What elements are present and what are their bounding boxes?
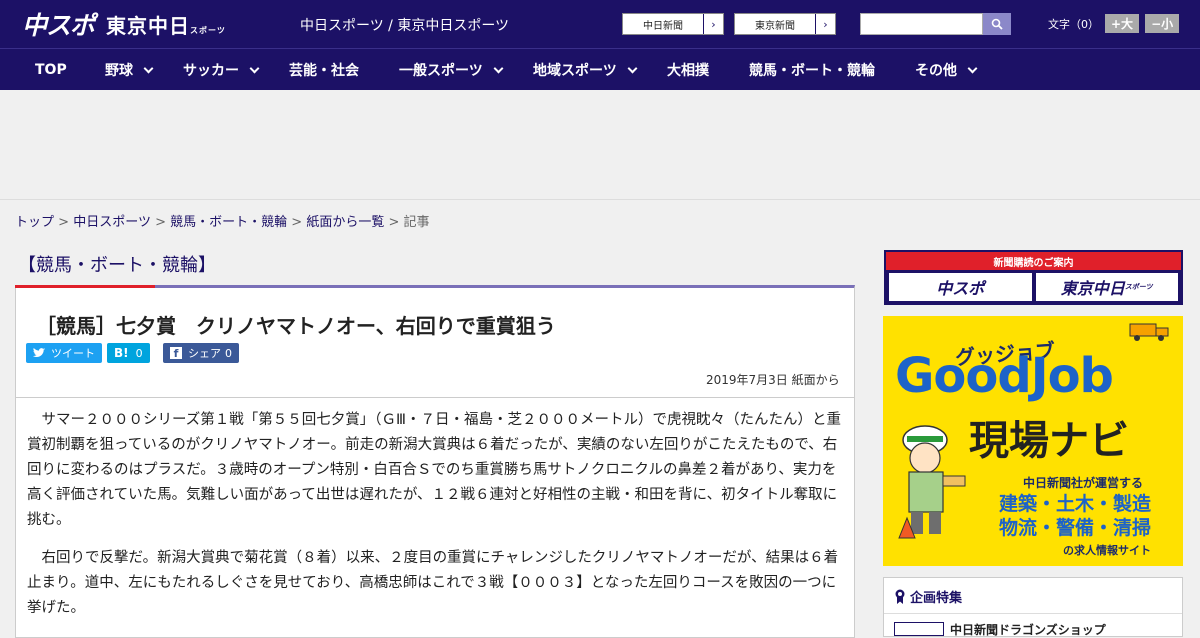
- truck-icon: [1129, 323, 1169, 341]
- nav-item-label: 一般スポーツ: [399, 63, 483, 79]
- article-headline: ［競馬］七夕賞 クリノヤマトノオー、右回りで重賞狙う: [36, 314, 556, 338]
- nav-item-entertainment[interactable]: 芸能・社会: [289, 49, 359, 91]
- goodjob-footer: の求人情報サイト: [1063, 544, 1151, 557]
- top-header: 中スポ 東京中日スポーツ 中日スポーツ / 東京中日スポーツ 中日新聞 › 東京…: [0, 0, 1200, 48]
- chevron-right-icon: ›: [703, 14, 723, 34]
- hatena-bookmark-button[interactable]: B! 0: [107, 343, 150, 363]
- breadcrumb-separator: >: [58, 215, 70, 230]
- tokyo-chunichi-logo-text: 東京中日: [106, 13, 191, 38]
- subscription-tokyo-chunichi-small: スポーツ: [1124, 283, 1153, 291]
- breadcrumb-separator: >: [155, 215, 166, 230]
- category-accent-bar: [15, 285, 155, 288]
- nav-item-general-sports[interactable]: 一般スポーツ: [399, 49, 504, 91]
- chevron-down-icon: [967, 63, 978, 73]
- tokyo-shimbun-label: 東京新聞: [755, 20, 795, 32]
- ad-space: [0, 90, 1200, 200]
- construction-worker-illustration: [898, 425, 966, 539]
- breadcrumb-current: 記事: [403, 215, 430, 230]
- nav-item-label: 野球: [105, 63, 133, 79]
- feature-section-title: 企画特集: [894, 587, 962, 606]
- breadcrumb-print-list[interactable]: 紙面から一覧: [306, 215, 384, 230]
- article-paragraph: 右回りで反撃だ。新潟大賞典で菊花賞（８着）以来、２度目の重賞にチャレンジしたクリ…: [27, 550, 839, 616]
- goodjob-navi-title: 現場ナビ: [969, 418, 1129, 464]
- chevron-down-icon: [143, 63, 154, 73]
- chevron-down-icon: [249, 63, 260, 73]
- goodjob-industries: 建築・土木・製造 物流・警備・清掃: [999, 492, 1151, 540]
- nav-item-top[interactable]: TOP: [35, 49, 67, 91]
- site-title[interactable]: 中日スポーツ / 東京中日スポーツ: [300, 15, 509, 35]
- tokyo-chunichi-logo[interactable]: 東京中日スポーツ: [106, 10, 226, 39]
- breadcrumb-separator: >: [388, 215, 400, 230]
- subscription-logos: 中スポ 東京中日 スポーツ: [886, 270, 1181, 304]
- chevron-right-icon: ›: [815, 14, 835, 34]
- nav-item-racing[interactable]: 競馬・ボート・競輪: [749, 49, 875, 91]
- article-paragraph: サマー２０００シリーズ第１戦「第５５回七夕賞」（ＧⅢ・７日・福島・芝２０００メー…: [27, 412, 842, 528]
- chunichi-shimbun-label: 中日新聞: [643, 20, 683, 32]
- nav-item-sumo[interactable]: 大相撲: [667, 49, 709, 91]
- search-button[interactable]: [983, 13, 1011, 35]
- nav-item-label: その他: [915, 63, 957, 79]
- goodjob-ad-banner[interactable]: グッジョブ GoodJob 現場ナビ 中日新聞社が運営する 建築・土木・製造 物…: [883, 316, 1183, 566]
- breadcrumb-top[interactable]: トップ: [15, 215, 54, 230]
- subscription-banner-title-text: 新聞購読のご案内: [993, 257, 1074, 269]
- main-nav: TOP 野球 サッカー 芸能・社会 一般スポーツ 地域スポーツ 大相撲 競馬・ボ…: [0, 48, 1200, 90]
- nav-item-label: TOP: [35, 62, 67, 78]
- font-larger-button[interactable]: +大: [1105, 14, 1140, 33]
- goodjob-title: GoodJob: [895, 348, 1114, 404]
- nav-item-label: サッカー: [183, 63, 239, 79]
- nav-item-label: 大相撲: [667, 63, 709, 79]
- font-size-control: 文字（0） +大 −小: [1048, 14, 1180, 33]
- feature-thumbnail[interactable]: [894, 622, 944, 636]
- article-body: サマー２０００シリーズ第１戦「第５５回七夕賞」（ＧⅢ・７日・福島・芝２０００メー…: [15, 398, 855, 638]
- facebook-icon: f: [170, 347, 182, 360]
- tokyo-shimbun-link[interactable]: 東京新聞 ›: [734, 13, 836, 35]
- category-title: 【競馬・ボート・競輪】: [18, 255, 216, 276]
- ribbon-icon: [895, 589, 905, 604]
- twitter-bird-icon: [33, 348, 45, 357]
- subscription-banner[interactable]: 新聞購読のご案内 中スポ 東京中日 スポーツ: [884, 250, 1183, 305]
- hatena-bookmark-count: 0: [135, 346, 143, 360]
- nav-item-soccer[interactable]: サッカー: [183, 49, 260, 91]
- nav-item-label: 地域スポーツ: [533, 63, 617, 79]
- chunichi-shimbun-link[interactable]: 中日新聞 ›: [622, 13, 724, 35]
- goodjob-subtitle: 中日新聞社が運営する: [1023, 476, 1144, 490]
- nav-item-local-sports[interactable]: 地域スポーツ: [533, 49, 638, 91]
- nav-item-label: 芸能・社会: [289, 63, 359, 79]
- feature-section: 企画特集 中日新聞ドラゴンズショップ: [883, 577, 1183, 637]
- chevron-down-icon: [627, 63, 638, 73]
- chevron-down-icon: [493, 63, 504, 73]
- nav-item-label: 競馬・ボート・競輪: [749, 63, 875, 79]
- subscription-banner-title: 新聞購読のご案内: [886, 252, 1181, 270]
- search-icon: [991, 18, 1003, 30]
- breadcrumb: トップ > 中日スポーツ > 競馬・ボート・競輪 > 紙面から一覧 > 記事: [15, 211, 430, 230]
- facebook-share-count: 0: [225, 346, 232, 360]
- chuspo-logo[interactable]: 中スポ: [22, 6, 95, 42]
- tweet-label: ツイート: [51, 347, 95, 360]
- subscription-chuspo-logo[interactable]: 中スポ: [889, 273, 1032, 301]
- font-size-label: 文字（0）: [1048, 17, 1099, 31]
- subscription-tokyo-chunichi-logo[interactable]: 東京中日 スポーツ: [1035, 273, 1178, 301]
- tokyo-chunichi-logo-small: スポーツ: [190, 25, 226, 35]
- breadcrumb-chunichi-sports[interactable]: 中日スポーツ: [73, 215, 151, 230]
- facebook-share-button[interactable]: f シェア 0: [163, 343, 239, 363]
- goodjob-industries-line-2: 物流・警備・清掃: [999, 517, 1152, 539]
- tweet-button[interactable]: ツイート: [26, 343, 102, 363]
- feature-divider: [884, 613, 1182, 614]
- subscription-tokyo-chunichi-text: 東京中日: [1060, 279, 1125, 298]
- breadcrumb-racing[interactable]: 競馬・ボート・競輪: [170, 215, 287, 230]
- facebook-share-label: シェア: [188, 347, 221, 360]
- nav-item-baseball[interactable]: 野球: [105, 49, 154, 91]
- feature-section-title-text: 企画特集: [910, 591, 963, 606]
- hatena-bookmark-icon: B!: [114, 346, 129, 360]
- search-input[interactable]: [860, 13, 983, 35]
- nav-item-other[interactable]: その他: [915, 49, 978, 91]
- goodjob-industries-line-1: 建築・土木・製造: [999, 493, 1152, 515]
- font-smaller-button[interactable]: −小: [1145, 14, 1180, 33]
- breadcrumb-separator: >: [291, 215, 303, 230]
- article-date: 2019年7月3日 紙面から: [706, 373, 840, 387]
- site-logo[interactable]: 中スポ 東京中日スポーツ: [22, 8, 226, 40]
